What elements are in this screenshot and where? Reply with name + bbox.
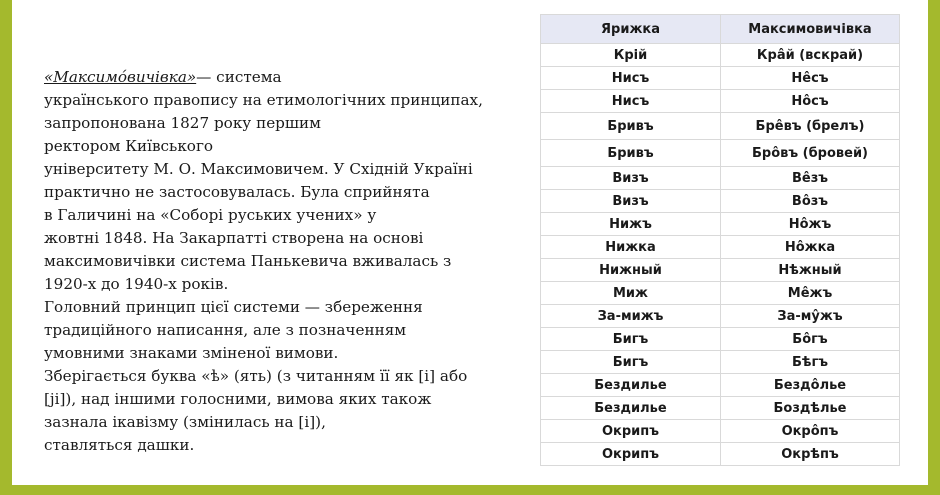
yaryzhka-cell: Нижка bbox=[540, 235, 721, 259]
maksymovychivka-cell: Нѣжный bbox=[720, 258, 900, 282]
table-row: Визъ Ве̂зъ bbox=[540, 166, 900, 190]
yaryzhka-cell: Визъ bbox=[540, 166, 721, 190]
yaryzhka-cell: Нисъ bbox=[540, 66, 721, 90]
maksymovychivka-cell: Боздѣлье bbox=[720, 396, 900, 420]
yaryzhka-cell: Бездилье bbox=[540, 373, 721, 397]
table-row: Окрипъ Окро̂пъ bbox=[540, 419, 900, 443]
maksymovychivka-cell: Не̂съ bbox=[720, 66, 900, 90]
maksymovychivka-cell: Но̂жка bbox=[720, 235, 900, 259]
yaryzhka-cell: Бривъ bbox=[540, 112, 721, 140]
maksymovychivka-cell: Бро̂въ (бровей) bbox=[720, 139, 900, 167]
maksymovychivka-cell: Но̂съ bbox=[720, 89, 900, 113]
table-row: Нижный Нѣжный bbox=[540, 258, 900, 282]
yaryzhka-cell: Нижъ bbox=[540, 212, 721, 236]
maksymovychivka-cell: Окро̂пъ bbox=[720, 419, 900, 443]
yaryzhka-cell: Миж bbox=[540, 281, 721, 305]
table-row: Окрипъ Окрѣпъ bbox=[540, 442, 900, 466]
yaryzhka-cell: Визъ bbox=[540, 189, 721, 213]
maksymovychivka-cell: Во̂зъ bbox=[720, 189, 900, 213]
maksymovychivka-cell: Ме̂жъ bbox=[720, 281, 900, 305]
table-row: Бездилье Боздѣлье bbox=[540, 396, 900, 420]
table-row: Миж Ме̂жъ bbox=[540, 281, 900, 305]
table-row: Бигъ Бо̂гъ bbox=[540, 327, 900, 351]
frame-left-border bbox=[0, 0, 12, 495]
column-header-yaryzhka: Ярижка bbox=[540, 14, 721, 44]
article-body: — система українського правопису на етим… bbox=[44, 68, 483, 454]
table-row: Нижъ Но̂жъ bbox=[540, 212, 900, 236]
maksymovychivka-cell: Кра̂й (вскрай) bbox=[720, 43, 900, 67]
yaryzhka-cell: Бигъ bbox=[540, 350, 721, 374]
maksymovychivka-cell: Ве̂зъ bbox=[720, 166, 900, 190]
yaryzhka-cell: За-мижъ bbox=[540, 304, 721, 328]
article-text: «Максимо́вичівка»— система українського … bbox=[44, 66, 534, 457]
yaryzhka-cell: Бигъ bbox=[540, 327, 721, 351]
table-row: Бривъ Бре̂въ (брелъ) bbox=[540, 112, 900, 140]
yaryzhka-cell: Нисъ bbox=[540, 89, 721, 113]
frame-right-border bbox=[928, 0, 940, 495]
maksymovychivka-cell: Бре̂въ (брелъ) bbox=[720, 112, 900, 140]
frame-bottom-border bbox=[0, 485, 940, 495]
maksymovychivka-cell: Бѣгъ bbox=[720, 350, 900, 374]
table-row: Бездилье Бездо̂лье bbox=[540, 373, 900, 397]
orthography-table: Ярижка Максимовичівка Крій Кра̂й (вскрай)… bbox=[540, 14, 900, 466]
table-row: Бигъ Бѣгъ bbox=[540, 350, 900, 374]
maksymovychivka-cell: Бездо̂лье bbox=[720, 373, 900, 397]
yaryzhka-cell: Окрипъ bbox=[540, 419, 721, 443]
table-row: За-мижъ За-му̂жъ bbox=[540, 304, 900, 328]
article-title: «Максимо́вичівка» bbox=[44, 68, 197, 86]
maksymovychivka-cell: Окрѣпъ bbox=[720, 442, 900, 466]
yaryzhka-cell: Бездилье bbox=[540, 396, 721, 420]
yaryzhka-cell: Бривъ bbox=[540, 139, 721, 167]
table-row: Нисъ Но̂съ bbox=[540, 89, 900, 113]
column-header-maksymovychivka: Максимовичівка bbox=[720, 14, 900, 44]
maksymovychivka-cell: За-му̂жъ bbox=[720, 304, 900, 328]
table-row: Нисъ Не̂съ bbox=[540, 66, 900, 90]
maksymovychivka-cell: Но̂жъ bbox=[720, 212, 900, 236]
table-row: Нижка Но̂жка bbox=[540, 235, 900, 259]
table-row: Бривъ Бро̂въ (бровей) bbox=[540, 139, 900, 167]
table-row: Крій Кра̂й (вскрай) bbox=[540, 43, 900, 67]
yaryzhka-cell: Крій bbox=[540, 43, 721, 67]
yaryzhka-cell: Окрипъ bbox=[540, 442, 721, 466]
yaryzhka-cell: Нижный bbox=[540, 258, 721, 282]
table-header-row: Ярижка Максимовичівка bbox=[540, 14, 900, 44]
table-row: Визъ Во̂зъ bbox=[540, 189, 900, 213]
maksymovychivka-cell: Бо̂гъ bbox=[720, 327, 900, 351]
